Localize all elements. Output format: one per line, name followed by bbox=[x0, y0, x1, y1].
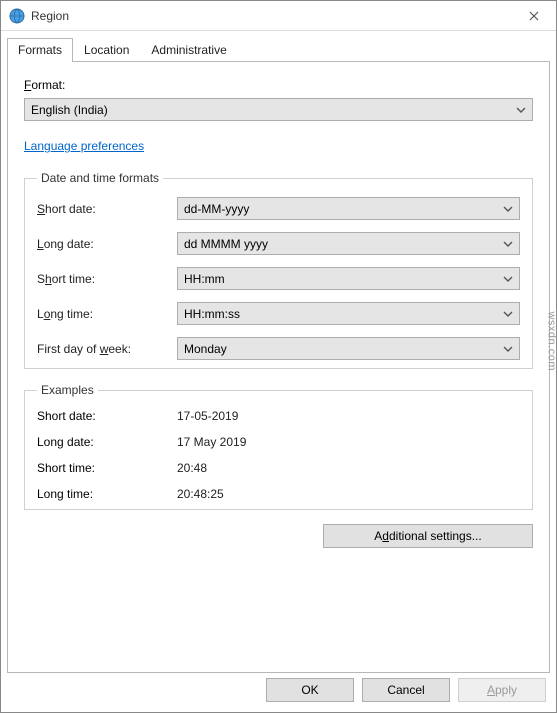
close-button[interactable] bbox=[511, 1, 556, 30]
format-label: Format: bbox=[24, 78, 533, 92]
mnemonic: d bbox=[382, 529, 389, 543]
long-date-select[interactable]: dd MMMM yyyy bbox=[177, 232, 520, 255]
additional-settings-row: Additional settings... bbox=[24, 524, 533, 548]
long-time-select[interactable]: HH:mm:ss bbox=[177, 302, 520, 325]
label-text: ort time: bbox=[52, 272, 95, 286]
dialog-buttons: OK Cancel Apply bbox=[266, 678, 546, 702]
label-text: First day of bbox=[37, 342, 100, 356]
first-day-of-week-select[interactable]: Monday bbox=[177, 337, 520, 360]
mnemonic: h bbox=[45, 272, 52, 286]
chevron-down-icon bbox=[516, 107, 526, 113]
example-short-time-label: Short time: bbox=[37, 461, 177, 475]
group-legend: Date and time formats bbox=[37, 171, 163, 185]
short-date-select[interactable]: dd-MM-yyyy bbox=[177, 197, 520, 220]
select-value: HH:mm bbox=[184, 272, 225, 286]
label-text: ong date: bbox=[44, 237, 94, 251]
short-time-label: Short time: bbox=[37, 272, 177, 286]
label-text: pply bbox=[495, 683, 517, 697]
label-text: L bbox=[37, 307, 44, 321]
tab-administrative[interactable]: Administrative bbox=[140, 38, 237, 62]
watermark: wsxdn.com bbox=[546, 311, 557, 371]
region-dialog: Region Formats Location Administrative F… bbox=[0, 0, 557, 713]
button-label: Apply bbox=[487, 683, 517, 697]
button-label: Additional settings... bbox=[374, 529, 481, 543]
format-select[interactable]: English (India) bbox=[24, 98, 533, 121]
select-value: dd MMMM yyyy bbox=[184, 237, 268, 251]
tab-label: Location bbox=[84, 43, 129, 57]
long-date-label: Long date: bbox=[37, 237, 177, 251]
tab-label: Formats bbox=[18, 43, 62, 57]
select-value: dd-MM-yyyy bbox=[184, 202, 249, 216]
example-short-time-value: 20:48 bbox=[177, 461, 520, 475]
select-value: English (India) bbox=[31, 103, 108, 117]
example-long-time-value: 20:48:25 bbox=[177, 487, 520, 501]
group-legend: Examples bbox=[37, 383, 98, 397]
titlebar: Region bbox=[1, 1, 556, 31]
cancel-button[interactable]: Cancel bbox=[362, 678, 450, 702]
label-text: ditional settings... bbox=[389, 529, 482, 543]
chevron-down-icon bbox=[503, 241, 513, 247]
button-label: OK bbox=[301, 683, 318, 697]
short-time-select[interactable]: HH:mm bbox=[177, 267, 520, 290]
apply-button: Apply bbox=[458, 678, 546, 702]
mnemonic: A bbox=[487, 683, 495, 697]
tab-location[interactable]: Location bbox=[73, 38, 140, 62]
additional-settings-button[interactable]: Additional settings... bbox=[323, 524, 533, 548]
ok-button[interactable]: OK bbox=[266, 678, 354, 702]
examples-group: Examples Short date: 17-05-2019 Long dat… bbox=[24, 383, 533, 510]
example-short-date-label: Short date: bbox=[37, 409, 177, 423]
link-text: Language preferences bbox=[24, 139, 144, 153]
label-text: S bbox=[37, 272, 45, 286]
label-text: eek: bbox=[108, 342, 131, 356]
window-title: Region bbox=[31, 9, 511, 23]
chevron-down-icon bbox=[503, 276, 513, 282]
first-day-of-week-label: First day of week: bbox=[37, 342, 177, 356]
label-text: hort date: bbox=[45, 202, 96, 216]
close-icon bbox=[529, 11, 539, 21]
example-long-time-label: Long time: bbox=[37, 487, 177, 501]
globe-icon bbox=[9, 8, 25, 24]
mnemonic: L bbox=[37, 237, 44, 251]
tab-body-formats: Format: English (India) Language prefere… bbox=[7, 61, 550, 673]
chevron-down-icon bbox=[503, 206, 513, 212]
button-label: Cancel bbox=[387, 683, 424, 697]
mnemonic: S bbox=[37, 202, 45, 216]
tab-formats[interactable]: Formats bbox=[7, 38, 73, 62]
tabs: Formats Location Administrative bbox=[1, 31, 556, 61]
select-value: HH:mm:ss bbox=[184, 307, 240, 321]
example-long-date-label: Long date: bbox=[37, 435, 177, 449]
example-short-date-value: 17-05-2019 bbox=[177, 409, 520, 423]
language-preferences-link[interactable]: Language preferences bbox=[24, 139, 144, 153]
chevron-down-icon bbox=[503, 346, 513, 352]
label-text: ormat: bbox=[31, 78, 65, 92]
long-time-label: Long time: bbox=[37, 307, 177, 321]
date-time-formats-group: Date and time formats Short date: dd-MM-… bbox=[24, 171, 533, 369]
example-long-date-value: 17 May 2019 bbox=[177, 435, 520, 449]
tab-label: Administrative bbox=[151, 43, 226, 57]
examples-grid: Short date: 17-05-2019 Long date: 17 May… bbox=[37, 409, 520, 501]
formats-grid: Short date: dd-MM-yyyy Long date: dd MMM… bbox=[37, 197, 520, 360]
label-text: ng time: bbox=[50, 307, 93, 321]
short-date-label: Short date: bbox=[37, 202, 177, 216]
chevron-down-icon bbox=[503, 311, 513, 317]
select-value: Monday bbox=[184, 342, 227, 356]
